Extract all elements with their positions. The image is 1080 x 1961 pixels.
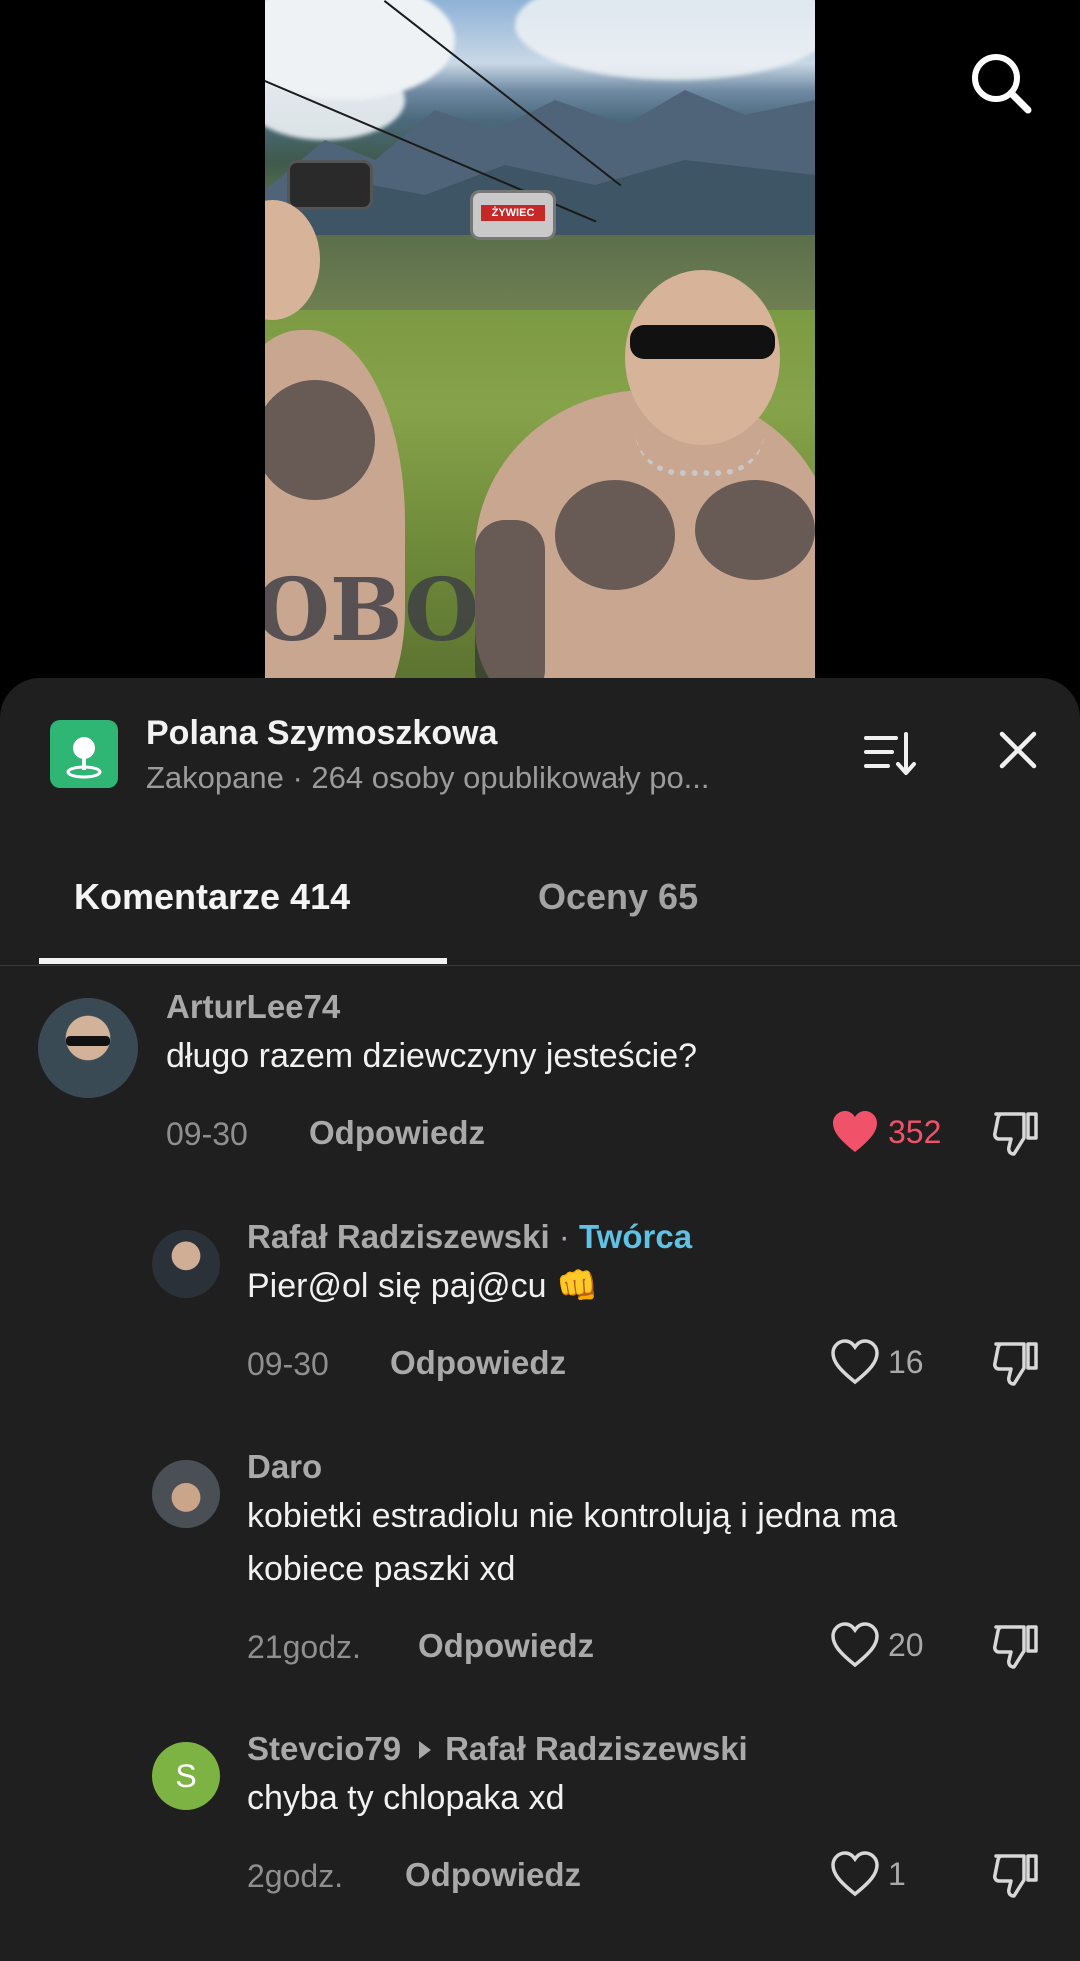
reply-button[interactable]: Odpowiedz [390,1344,566,1382]
tattoo [555,480,675,590]
comment-item: S Stevcio79 Rafał Radziszewski chyba ty c… [0,1708,1080,1938]
active-tab-indicator [39,958,447,964]
video-frame[interactable]: ŻYWIEC OBO [265,0,815,700]
comment-text-line: kobietki estradiolu nie kontrolują i jed… [247,1497,898,1535]
avatar-sunglasses [66,1036,110,1046]
reply-to-username[interactable]: Rafał Radziszewski [445,1730,748,1767]
gondola-sign: ŻYWIEC [481,205,545,221]
gondola: ŻYWIEC [470,190,556,240]
comment-username-line: Rafał Radziszewski · Twórca [247,1218,692,1256]
close-icon [999,731,1037,769]
thumbs-down-icon [993,1854,1038,1898]
comment-text: Pier@ol się paj@cu 👊 [247,1267,599,1305]
like-count: 1 [888,1856,906,1892]
reply-arrow-icon [419,1740,432,1759]
comment-username[interactable]: Stevcio79 [247,1730,401,1767]
location-pin-icon [50,720,118,788]
comment-text-line: kobiece paszki xd [247,1550,516,1588]
like-button[interactable]: 1 [830,1850,970,1900]
tattoo-arm [475,520,545,700]
comment-item: Daro kobietki estradiolu nie kontrolują … [0,1426,1080,1708]
like-count: 16 [888,1344,924,1380]
creator-badge: Twórca [578,1218,693,1255]
tattoo [695,480,815,580]
comment-item: Rafał Radziszewski · Twórca Pier@ol się … [0,1196,1080,1426]
comment-text: długo razem dziewczyny jesteście? [166,1037,698,1075]
dislike-button[interactable] [990,1108,1042,1160]
separator-dot: · [558,1218,570,1255]
reply-button[interactable]: Odpowiedz [418,1627,594,1665]
gondola [287,160,373,210]
comment-username[interactable]: Rafał Radziszewski [247,1218,550,1255]
avatar-letter: S [175,1758,197,1794]
like-count: 352 [888,1114,942,1150]
dislike-button[interactable] [990,1621,1042,1673]
reply-button[interactable]: Odpowiedz [309,1114,485,1152]
search-button[interactable] [968,50,1034,116]
tab-bar: Komentarze 414 Oceny 65 [0,838,1080,966]
heart-filled-icon [833,1111,877,1152]
comments-sheet: Polana Szymoszkowa Zakopane · 264 osoby … [0,678,1080,1961]
close-button[interactable] [990,722,1046,778]
comment-date: 2godz. [247,1858,344,1894]
avatar[interactable] [38,998,138,1098]
tab-comments[interactable]: Komentarze 414 [74,876,350,918]
location-header[interactable]: Polana Szymoszkowa Zakopane · 264 osoby … [0,678,1080,838]
heart-outline-icon [831,1622,879,1668]
dislike-button[interactable] [990,1338,1042,1390]
sort-button[interactable] [858,722,922,786]
like-button[interactable]: 16 [830,1338,970,1388]
tab-ratings[interactable]: Oceny 65 [538,876,698,918]
thumbs-down-icon [993,1342,1038,1386]
like-count: 20 [888,1627,924,1663]
avatar[interactable] [152,1230,220,1298]
tattoo-letters: OBO [265,560,480,661]
thumbs-down-icon [993,1625,1038,1669]
location-subtitle: Zakopane · 264 osoby opublikowały po... [146,760,710,795]
sort-icon [864,732,916,775]
comment-date: 09-30 [166,1116,248,1152]
comment-date: 21godz. [247,1629,361,1665]
video-player[interactable]: ŻYWIEC OBO [0,0,1080,700]
comment-item: ArturLee74 długo razem dziewczyny jesteś… [0,966,1080,1196]
cloud [515,0,815,80]
comment-username-line: Stevcio79 Rafał Radziszewski [247,1730,748,1768]
location-title[interactable]: Polana Szymoszkowa [146,714,497,753]
like-button[interactable]: 20 [830,1621,970,1671]
comment-username[interactable]: ArturLee74 [166,988,340,1026]
reply-button[interactable]: Odpowiedz [405,1856,581,1894]
search-icon [972,54,1032,114]
thumbs-down-icon [993,1112,1038,1156]
comment-username[interactable]: Daro [247,1448,322,1486]
heart-outline-icon [831,1339,879,1385]
avatar[interactable] [152,1460,220,1528]
avatar[interactable]: S [152,1742,220,1810]
dislike-button[interactable] [990,1850,1042,1902]
heart-outline-icon [831,1851,879,1897]
like-button[interactable]: 352 [830,1108,970,1158]
comment-text: chyba ty chlopaka xd [247,1779,565,1817]
comment-date: 09-30 [247,1346,329,1382]
sunglasses [630,325,775,359]
